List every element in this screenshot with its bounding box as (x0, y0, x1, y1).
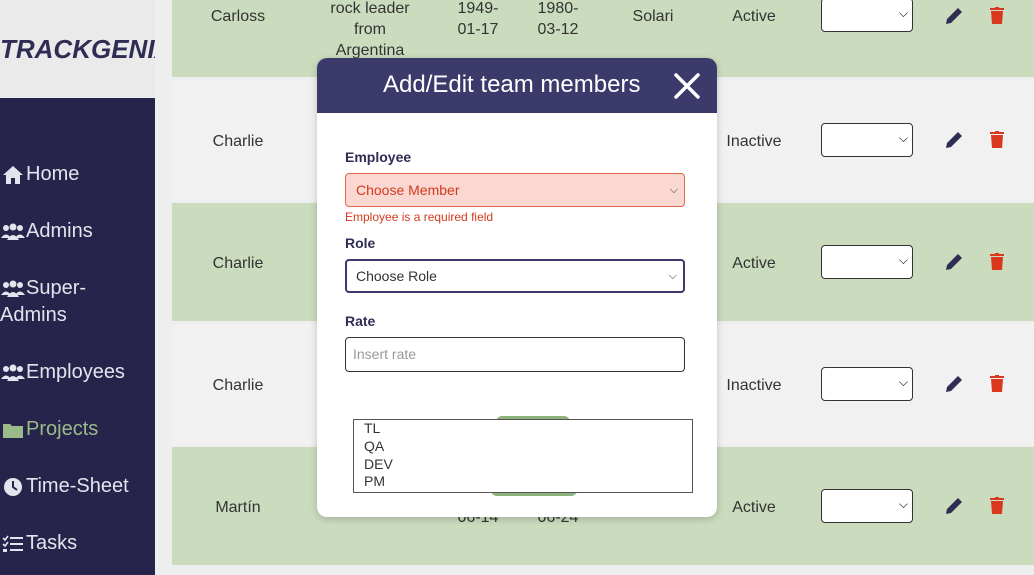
modal-header: Add/Edit team members (317, 58, 717, 113)
sidebar-item-admins[interactable]: Admins (0, 218, 150, 245)
employee-select[interactable]: Choose Member ⌵ (345, 173, 685, 207)
cell-line: 01-17 (457, 21, 499, 38)
row-select[interactable]: ⌵ (821, 489, 913, 523)
edit-icon[interactable] (944, 374, 964, 394)
chevron-down-icon: ⌵ (898, 253, 908, 267)
role-option-dev[interactable]: DEV (364, 456, 393, 473)
sidebar-item-label: Tasks (26, 532, 78, 554)
rate-placeholder: Insert rate (353, 346, 417, 362)
delete-icon[interactable] (990, 497, 1004, 514)
employee-select-value: Choose Member (356, 182, 460, 198)
sidebar-item-label: Projects (26, 418, 99, 440)
chevron-down-icon: ⌵ (898, 131, 908, 145)
row-select[interactable]: ⌵ (821, 123, 913, 157)
users-icon (0, 359, 26, 386)
role-option-tl[interactable]: TL (364, 420, 380, 437)
chevron-down-icon: ⌵ (898, 375, 908, 389)
row-select[interactable]: ⌵ (821, 367, 913, 401)
cell-line: 03-12 (537, 21, 579, 38)
delete-icon[interactable] (990, 131, 1004, 148)
role-option-pm[interactable]: PM (364, 473, 385, 490)
team-member-modal: Add/Edit team members Employee Choose Me… (317, 58, 717, 517)
edit-icon[interactable] (944, 6, 964, 26)
sidebar-item-label: Time-Sheet (26, 475, 129, 497)
delete-icon[interactable] (990, 375, 1004, 392)
sidebar-item-label: Home (26, 163, 80, 185)
delete-icon[interactable] (990, 253, 1004, 270)
app-logo: TRACKGENIX (0, 34, 172, 64)
sidebar-item-super-admins[interactable]: Super- Admins (0, 275, 150, 329)
logo-area: TRACKGENIX (0, 0, 172, 98)
cell-status: Active (732, 8, 776, 25)
row-select[interactable]: ⌵ (821, 245, 913, 279)
chevron-down-icon: ⌵ (668, 270, 677, 282)
edit-icon[interactable] (944, 130, 964, 150)
sidebar-item-tasks[interactable]: Tasks (0, 530, 150, 557)
cell-name: Martín (215, 499, 261, 516)
cell-name: Charlie (212, 133, 264, 150)
rate-input[interactable]: Insert rate (345, 337, 685, 372)
cell-name: Charlie (212, 377, 264, 394)
cell-end-date: 1980- 03-12 (520, 0, 596, 40)
sidebar: TRACKGENIX Home Admins Super- Admins Emp… (0, 0, 172, 575)
delete-icon[interactable] (990, 7, 1004, 24)
sidebar-item-employees[interactable]: Employees (0, 359, 150, 386)
users-icon (0, 275, 26, 302)
sidebar-item-time-sheet[interactable]: Time-Sheet (0, 473, 150, 500)
chevron-down-icon: ⌵ (898, 6, 908, 20)
users-icon (0, 218, 26, 245)
role-label: Role (345, 235, 376, 251)
role-option-qa[interactable]: QA (364, 438, 384, 455)
cell-description: rock leader from Argentina (320, 0, 420, 61)
sidebar-label-line: Admins (0, 304, 67, 326)
modal-title: Add/Edit team members (383, 71, 641, 98)
row-select[interactable]: ⌵ (821, 0, 913, 32)
role-select[interactable]: Choose Role ⌵ (345, 259, 685, 293)
home-icon (0, 161, 26, 188)
sidebar-item-label: Employees (26, 361, 125, 383)
tasks-icon (0, 530, 26, 557)
employee-error: Employee is a required field (345, 210, 494, 224)
edit-icon[interactable] (944, 252, 964, 272)
sidebar-item-label: Super- Admins (0, 275, 87, 329)
cell-start-date: 1949- 01-17 (440, 0, 516, 40)
clock-icon (0, 473, 26, 500)
employee-label: Employee (345, 149, 412, 165)
cell-line: from (354, 21, 386, 38)
edit-icon[interactable] (944, 496, 964, 516)
cell-name: Carloss (210, 8, 266, 25)
cell-line: 1980- (537, 0, 579, 17)
cell-client: Solari (632, 8, 674, 25)
chevron-down-icon: ⌵ (669, 184, 678, 196)
cell-line: 1949- (457, 0, 499, 17)
cell-name: Charlie (212, 255, 264, 272)
sidebar-item-label: Admins (26, 220, 93, 242)
cell-line: rock leader (330, 0, 410, 17)
role-select-value: Choose Role (356, 268, 437, 284)
rate-label: Rate (345, 313, 376, 329)
chevron-down-icon: ⌵ (898, 497, 908, 511)
sidebar-label-line: Super- (26, 277, 87, 299)
cell-status: Inactive (726, 133, 782, 150)
cell-status: Active (732, 255, 776, 272)
sidebar-item-projects[interactable]: Projects (0, 416, 150, 443)
cell-status: Inactive (726, 377, 782, 394)
cell-status: Active (732, 499, 776, 516)
close-icon[interactable] (673, 72, 701, 100)
sidebar-item-home[interactable]: Home (0, 161, 150, 188)
role-options-list[interactable]: TL QA DEV PM (353, 419, 693, 493)
folder-icon (0, 416, 26, 443)
